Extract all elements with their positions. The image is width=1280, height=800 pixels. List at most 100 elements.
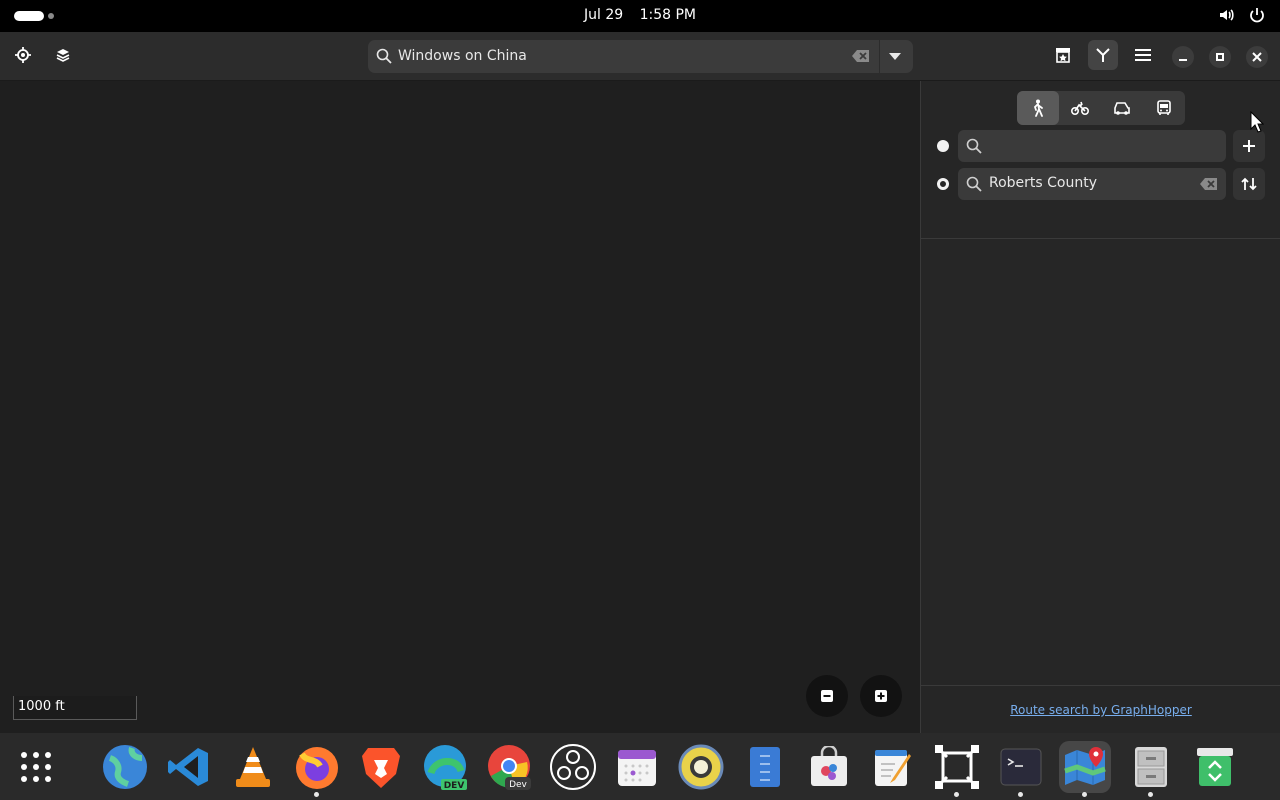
zoom-in-icon xyxy=(875,690,887,702)
dock-file-cabinet[interactable] xyxy=(1125,741,1177,797)
dock-web-browser[interactable] xyxy=(99,741,151,793)
dock-vscode[interactable] xyxy=(163,741,215,793)
minimize-icon xyxy=(1179,59,1187,61)
route-point-end: Roberts County xyxy=(921,168,1280,200)
volume-icon[interactable] xyxy=(1218,6,1236,24)
search-icon xyxy=(376,48,392,64)
dock-text-file[interactable] xyxy=(739,741,791,793)
zoom-in-button[interactable] xyxy=(860,675,902,717)
chrome-dev-icon: Dev xyxy=(488,745,531,790)
search-divider xyxy=(879,40,880,73)
route-sidebar: Roberts County Route search by GraphHopp… xyxy=(920,81,1280,733)
clock[interactable]: Jul 29 1:58 PM xyxy=(0,7,1280,23)
dock-software-store[interactable] xyxy=(803,741,855,793)
file-cabinet-icon xyxy=(1135,747,1167,787)
globe-icon xyxy=(103,745,147,789)
add-icon xyxy=(1243,140,1255,152)
power-icon[interactable] xyxy=(1248,6,1266,24)
place-search-entry[interactable]: Windows on China xyxy=(368,40,913,73)
running-indicator xyxy=(1148,792,1153,797)
swap-route-button[interactable] xyxy=(1233,168,1265,200)
zoom-out-icon xyxy=(821,690,833,702)
dock-edge-dev[interactable]: DEV xyxy=(419,741,471,793)
dock-chrome-dev[interactable]: Dev xyxy=(483,741,535,793)
layers-button[interactable] xyxy=(48,40,78,70)
dock-calendar[interactable] xyxy=(611,741,663,793)
vlc-icon xyxy=(236,747,270,787)
locate-button[interactable] xyxy=(8,40,38,70)
end-point-value[interactable]: Roberts County xyxy=(989,175,1097,191)
dock-maps[interactable] xyxy=(1059,741,1111,797)
document-icon xyxy=(750,747,780,787)
end-point-entry[interactable]: Roberts County xyxy=(958,168,1226,200)
pedestrian-icon xyxy=(1033,99,1043,117)
running-indicator xyxy=(314,792,319,797)
mode-walk-button[interactable] xyxy=(1017,91,1059,125)
dock-firefox[interactable] xyxy=(291,741,343,797)
running-indicator xyxy=(1018,792,1023,797)
maps-icon xyxy=(1064,747,1106,785)
mode-bike-button[interactable] xyxy=(1059,91,1101,125)
clock-date: Jul 29 xyxy=(583,7,624,23)
add-route-point-button[interactable] xyxy=(1233,130,1265,162)
zoom-out-button[interactable] xyxy=(806,675,848,717)
dock-rhythmbox[interactable] xyxy=(675,741,727,793)
start-point-marker xyxy=(937,140,949,152)
dock-vlc[interactable] xyxy=(227,741,279,793)
maximize-icon xyxy=(1216,53,1224,61)
route-button[interactable] xyxy=(1088,40,1118,70)
edge-dev-icon: DEV xyxy=(424,745,467,791)
chevron-down-icon[interactable] xyxy=(888,52,902,61)
dock-obs[interactable] xyxy=(547,741,599,793)
search-input-value[interactable]: Windows on China xyxy=(398,48,527,64)
end-point-marker xyxy=(937,178,949,190)
dock-trash[interactable] xyxy=(1189,741,1241,793)
minimize-button[interactable] xyxy=(1172,46,1194,68)
map-scale: 1000 ft xyxy=(13,696,137,720)
dock-screenshot-tool[interactable] xyxy=(931,741,983,797)
close-icon xyxy=(1252,52,1262,62)
close-button[interactable] xyxy=(1246,46,1268,68)
locate-icon xyxy=(15,47,31,63)
mouse-cursor xyxy=(1250,111,1264,133)
firefox-icon xyxy=(296,747,338,789)
trash-icon xyxy=(1197,748,1233,786)
clear-icon[interactable] xyxy=(1200,177,1218,191)
vscode-icon xyxy=(168,748,208,786)
bus-icon xyxy=(1157,100,1171,115)
swap-icon xyxy=(1241,177,1257,191)
route-icon xyxy=(1096,48,1110,62)
top-bar: Jul 29 1:58 PM xyxy=(0,0,1280,32)
start-point-entry[interactable] xyxy=(958,130,1226,162)
clear-icon[interactable] xyxy=(852,49,870,63)
route-point-start xyxy=(921,130,1280,162)
dock-brave[interactable] xyxy=(355,741,407,793)
mode-car-button[interactable] xyxy=(1101,91,1143,125)
speaker-icon xyxy=(678,744,724,790)
chrome-dev-badge: Dev xyxy=(509,780,527,790)
main-menu-button[interactable] xyxy=(1128,40,1158,70)
bicycle-icon xyxy=(1071,101,1089,115)
favorites-icon xyxy=(1056,48,1070,63)
dock-text-editor[interactable] xyxy=(867,741,919,793)
app-grid-icon xyxy=(21,752,51,782)
sidebar-divider xyxy=(921,238,1280,239)
shopping-bag-icon xyxy=(811,746,847,786)
menu-icon xyxy=(1135,49,1151,61)
layers-icon xyxy=(56,49,70,62)
map-view[interactable]: 1000 ft xyxy=(0,81,920,733)
mode-transit-button[interactable] xyxy=(1143,91,1185,125)
frame-icon xyxy=(935,745,979,789)
running-indicator xyxy=(1082,792,1087,797)
graphhopper-credit-link[interactable]: Route search by GraphHopper xyxy=(921,703,1280,717)
system-tray[interactable] xyxy=(1218,6,1266,24)
text-editor-icon xyxy=(875,750,911,786)
dock-terminal[interactable] xyxy=(995,741,1047,797)
edge-dev-badge: DEV xyxy=(444,781,465,791)
maximize-button[interactable] xyxy=(1209,46,1231,68)
brave-icon xyxy=(362,748,400,788)
clock-time: 1:58 PM xyxy=(639,7,697,23)
running-indicator xyxy=(954,792,959,797)
favorites-button[interactable] xyxy=(1048,40,1078,70)
dock-app-grid[interactable] xyxy=(10,741,62,793)
